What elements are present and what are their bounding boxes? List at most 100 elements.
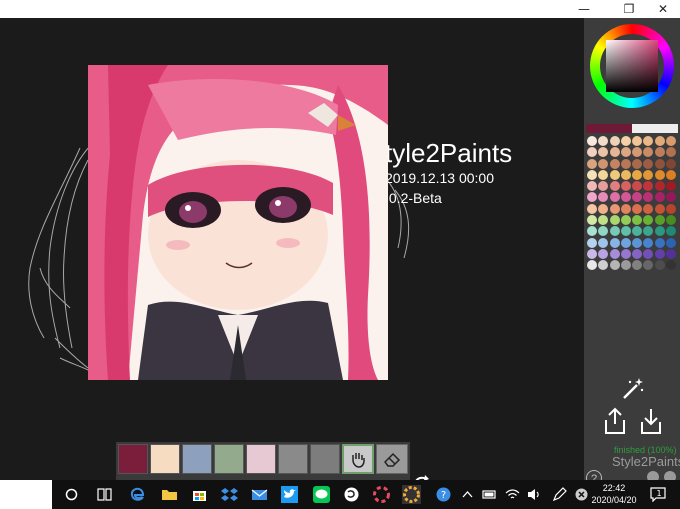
palette-swatch[interactable]: [620, 147, 631, 158]
primary-color[interactable]: [586, 124, 632, 133]
app-icon-circle[interactable]: [342, 485, 361, 504]
palette-swatch[interactable]: [666, 192, 677, 203]
color-wheel[interactable]: [590, 24, 674, 108]
color-swatch[interactable]: [118, 444, 148, 474]
restore-button[interactable]: ❐: [612, 0, 646, 18]
refresh-icon[interactable]: [410, 473, 434, 480]
palette-swatch[interactable]: [587, 181, 597, 192]
palette-swatch[interactable]: [598, 192, 609, 203]
palette-swatch[interactable]: [632, 192, 643, 203]
palette-swatch[interactable]: [598, 215, 609, 226]
mail-icon[interactable]: [250, 485, 269, 504]
palette-swatch[interactable]: [598, 237, 609, 248]
palette-swatch[interactable]: [643, 192, 654, 203]
color-swatch[interactable]: [214, 444, 244, 474]
palette-swatch[interactable]: [654, 260, 665, 271]
volume-icon[interactable]: [525, 485, 544, 504]
palette-swatch[interactable]: [654, 237, 665, 248]
palette-swatch[interactable]: [654, 248, 665, 259]
store-icon[interactable]: [190, 485, 209, 504]
palette-swatch[interactable]: [654, 226, 665, 237]
palette-swatch[interactable]: [609, 215, 620, 226]
palette-swatch[interactable]: [654, 192, 665, 203]
palette-swatch[interactable]: [609, 158, 620, 169]
palette-swatch[interactable]: [666, 237, 677, 248]
palette-swatch[interactable]: [666, 260, 677, 271]
wifi-icon[interactable]: [503, 485, 522, 504]
palette-swatch[interactable]: [609, 260, 620, 271]
chevron-up-icon[interactable]: [458, 485, 477, 504]
taskbar-search-box[interactable]: [0, 480, 52, 509]
palette-swatch[interactable]: [643, 136, 654, 146]
palette-swatch[interactable]: [587, 203, 597, 214]
palette-swatch[interactable]: [609, 136, 620, 146]
palette-swatch[interactable]: [598, 248, 609, 259]
line-app-icon[interactable]: [312, 485, 331, 504]
palette-swatch[interactable]: [609, 192, 620, 203]
download-icon[interactable]: [638, 406, 664, 436]
palette-swatch[interactable]: [609, 248, 620, 259]
palette-swatch[interactable]: [654, 136, 665, 146]
palette-swatch[interactable]: [666, 248, 677, 259]
palette-swatch[interactable]: [620, 226, 631, 237]
palette-swatch[interactable]: [654, 181, 665, 192]
palette-swatch[interactable]: [632, 158, 643, 169]
palette-swatch[interactable]: [632, 181, 643, 192]
color-swatch[interactable]: [150, 444, 180, 474]
palette-swatch[interactable]: [643, 260, 654, 271]
palette-swatch[interactable]: [598, 226, 609, 237]
help-icon[interactable]: ?: [586, 470, 602, 480]
palette-swatch[interactable]: [632, 203, 643, 214]
palette-swatch[interactable]: [587, 248, 597, 259]
palette-swatch[interactable]: [654, 147, 665, 158]
color-swatch[interactable]: [310, 444, 340, 474]
palette-swatch[interactable]: [587, 260, 597, 271]
file-explorer-icon[interactable]: [160, 485, 179, 504]
color-swatch[interactable]: [182, 444, 212, 474]
palette-swatch[interactable]: [632, 169, 643, 180]
palette-swatch[interactable]: [643, 203, 654, 214]
magic-wand-icon[interactable]: [620, 376, 646, 402]
palette-swatch[interactable]: [643, 226, 654, 237]
palette-swatch[interactable]: [666, 181, 677, 192]
palette-swatch[interactable]: [620, 181, 631, 192]
palette-swatch[interactable]: [632, 226, 643, 237]
notification-icon[interactable]: 1: [650, 486, 666, 502]
palette-swatch[interactable]: [598, 260, 609, 271]
palette-swatch[interactable]: [654, 158, 665, 169]
help-tray-icon[interactable]: ?: [434, 485, 453, 504]
color-swatch[interactable]: [246, 444, 276, 474]
palette-swatch[interactable]: [587, 169, 597, 180]
palette-swatch[interactable]: [587, 192, 597, 203]
palette-swatch[interactable]: [609, 226, 620, 237]
palette-swatch[interactable]: [609, 203, 620, 214]
color-swatch[interactable]: [278, 444, 308, 474]
taskbar-clock[interactable]: 22:42 2020/04/20: [588, 482, 640, 506]
upload-icon[interactable]: [602, 406, 628, 436]
palette-swatch[interactable]: [609, 181, 620, 192]
dropbox-icon[interactable]: [220, 485, 239, 504]
palette-swatch[interactable]: [632, 260, 643, 271]
palette-swatch[interactable]: [632, 215, 643, 226]
palette-swatch[interactable]: [643, 147, 654, 158]
palette-swatch[interactable]: [587, 147, 597, 158]
palette-swatch[interactable]: [587, 226, 597, 237]
color-app-icon[interactable]: [372, 485, 391, 504]
palette-swatch[interactable]: [666, 226, 677, 237]
palette-swatch[interactable]: [632, 147, 643, 158]
palette-swatch[interactable]: [666, 169, 677, 180]
minimize-button[interactable]: —: [567, 0, 601, 18]
saturation-value-square[interactable]: [606, 40, 658, 92]
edge-browser-icon[interactable]: [128, 485, 147, 504]
palette-swatch[interactable]: [654, 215, 665, 226]
eraser-tool-button[interactable]: [376, 444, 408, 474]
palette-swatch[interactable]: [598, 203, 609, 214]
palette-swatch[interactable]: [654, 169, 665, 180]
palette-swatch[interactable]: [587, 237, 597, 248]
palette-swatch[interactable]: [609, 147, 620, 158]
palette-swatch[interactable]: [643, 158, 654, 169]
palette-swatch[interactable]: [620, 260, 631, 271]
palette-swatch[interactable]: [609, 237, 620, 248]
palette-swatch[interactable]: [620, 215, 631, 226]
close-button[interactable]: ✕: [646, 0, 680, 18]
